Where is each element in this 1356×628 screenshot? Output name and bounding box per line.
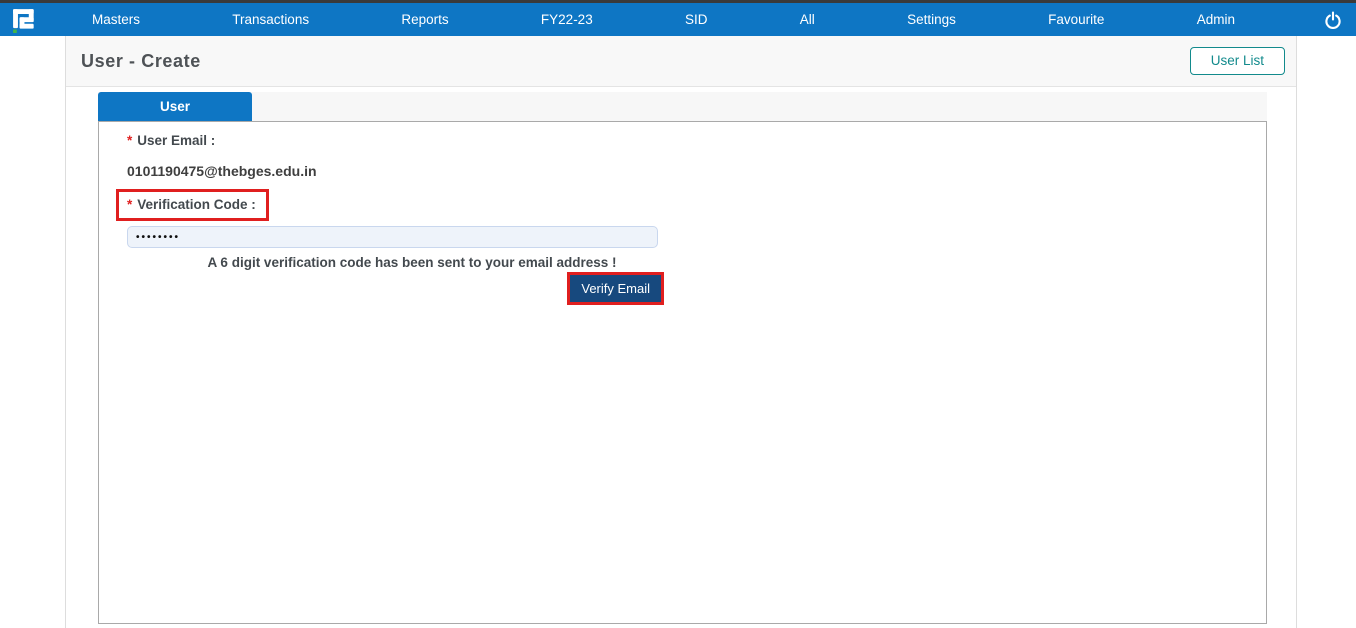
annotation-highlight-verification-label: * Verification Code : bbox=[116, 189, 269, 221]
page-container: User - Create User List User * User Email… bbox=[65, 36, 1297, 628]
required-marker: * bbox=[127, 197, 133, 212]
annotation-highlight-verify-button: Verify Email bbox=[567, 272, 664, 305]
app-logo[interactable] bbox=[0, 7, 42, 33]
verification-code-input[interactable] bbox=[127, 226, 658, 248]
page-content: User * User Email : 0101190475@thebges.ed… bbox=[66, 87, 1296, 624]
page-title: User - Create bbox=[81, 50, 201, 71]
app-logo-icon bbox=[13, 8, 34, 33]
tab-strip: User bbox=[98, 92, 1267, 121]
nav-item-transactions[interactable]: Transactions bbox=[232, 12, 309, 27]
power-icon bbox=[1325, 10, 1341, 29]
verify-email-button[interactable]: Verify Email bbox=[570, 275, 661, 302]
nav-item-fiscal-year[interactable]: FY22-23 bbox=[541, 12, 593, 27]
user-create-form-panel: * User Email : 0101190475@thebges.edu.in … bbox=[98, 121, 1267, 624]
nav-item-all[interactable]: All bbox=[800, 12, 815, 27]
user-email-label: * User Email : bbox=[127, 133, 1266, 148]
nav-item-reports[interactable]: Reports bbox=[401, 12, 448, 27]
verification-code-label-text: Verification Code : bbox=[137, 197, 256, 212]
nav-menu: Masters Transactions Reports FY22-23 SID… bbox=[42, 12, 1324, 27]
verification-helper-text: A 6 digit verification code has been sen… bbox=[207, 255, 617, 270]
verification-code-label: * Verification Code : bbox=[127, 197, 256, 212]
verify-button-row: Verify Email bbox=[127, 272, 664, 305]
user-list-button[interactable]: User List bbox=[1189, 47, 1285, 75]
top-navbar: Masters Transactions Reports FY22-23 SID… bbox=[0, 3, 1356, 36]
required-marker: * bbox=[127, 133, 133, 148]
nav-item-settings[interactable]: Settings bbox=[907, 12, 956, 27]
nav-item-masters[interactable]: Masters bbox=[92, 12, 140, 27]
page-header: User - Create User List bbox=[66, 36, 1296, 87]
user-email-label-text: User Email : bbox=[137, 133, 216, 148]
nav-item-sid[interactable]: SID bbox=[685, 12, 708, 27]
logout-button[interactable] bbox=[1324, 10, 1342, 29]
nav-item-admin[interactable]: Admin bbox=[1197, 12, 1235, 27]
tab-user[interactable]: User bbox=[98, 92, 252, 121]
nav-item-favourite[interactable]: Favourite bbox=[1048, 12, 1104, 27]
user-email-value: 0101190475@thebges.edu.in bbox=[127, 163, 317, 179]
